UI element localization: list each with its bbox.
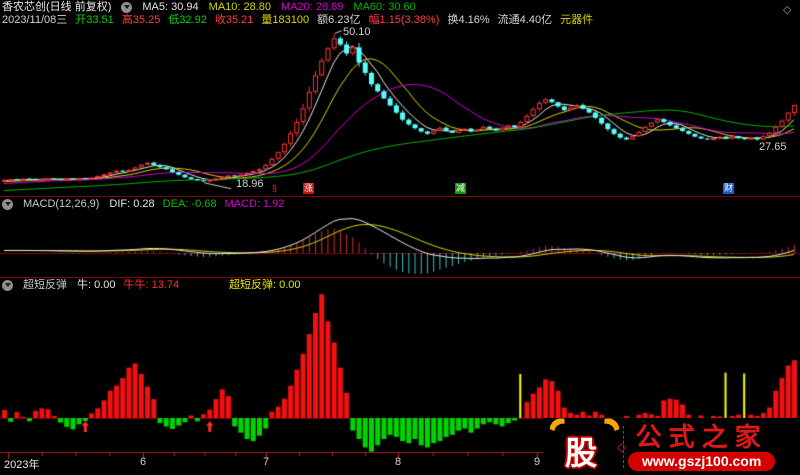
chart-title: 香农芯创(日线 前复权) (2, 1, 112, 13)
quote-info-item: 元器件 (560, 14, 594, 26)
watermark-site-name: 公式之家 (635, 421, 768, 452)
quote-info-item: 收35.21 (214, 14, 254, 26)
event-marker[interactable]: 涨 (303, 183, 314, 194)
quote-info-item: 低32.92 (168, 14, 207, 26)
macd-value-item: DIF: 0.28 (109, 198, 155, 210)
time-axis-label: 7 (263, 456, 270, 468)
quote-info-item: 幅1.15(3.38%) (368, 14, 440, 26)
ma-legend: MA5: 30.94 MA10: 28.80 MA20: 28.89 MA60: 30… (142, 1, 415, 13)
ma-legend-item: MA5: 30.94 (142, 1, 199, 13)
quote-info-item: 2023/11/08三 (2, 14, 68, 26)
header-line-2: 2023/11/08三 开33.51 高35.25 低32.92 收35.21 量1831… (2, 14, 593, 26)
quote-info-item: 流通4.40亿 (497, 14, 553, 26)
sub-indicator-value-item: 牛牛: 13.74 (123, 279, 180, 291)
high-price-label: 50.10 (343, 26, 371, 38)
watermark-logo-character: 股 (565, 434, 598, 471)
corner-diamond-icon: ◇ (783, 4, 792, 16)
time-axis-label: 8 (395, 456, 402, 468)
event-marker[interactable]: § (269, 183, 280, 194)
time-axis-label: 9 (534, 456, 541, 468)
ma-legend-item: MA60: 30.60 (353, 1, 416, 13)
ma-legend-item: MA10: 28.80 (208, 1, 272, 13)
quote-info-item: 高35.25 (121, 14, 161, 26)
macd-value-item: MACD: 1.92 (224, 198, 285, 210)
sub-indicator-right-value: 超短反弹: 0.00 (229, 279, 301, 291)
quote-info-item: 量183100 (261, 14, 310, 26)
sub-indicator-name: 超短反弹 (23, 279, 67, 291)
quote-info-item: 额6.23亿 (317, 14, 361, 26)
quote-info-item: 换4.16% (447, 14, 490, 26)
stock-chart-window: 香农芯创(日线 前复权) MA5: 30.94 MA10: 28.80 MA20: … (0, 0, 800, 475)
header-line-1: 香农芯创(日线 前复权) MA5: 30.94 MA10: 28.80 MA20: … (2, 1, 416, 13)
watermark-divider: ◇ (617, 425, 626, 468)
watermark: 股 ◇ 公式之家 www.gszj100.com (543, 412, 800, 475)
macd-panel-toggle-icon[interactable] (2, 198, 13, 210)
event-marker[interactable]: 财 (723, 183, 734, 194)
sub-panel-toggle-icon[interactable] (2, 279, 13, 291)
panel-divider-2 (0, 277, 800, 278)
watermark-site-url: www.gszj100.com (628, 451, 776, 471)
time-axis-label: 6 (140, 456, 147, 468)
main-panel-toggle-icon[interactable] (121, 1, 133, 13)
macd-values: DIF: 0.28 DEA: -0.68 MACD: 1.92 (109, 198, 284, 210)
sub-indicator-values: 牛: 0.00 牛牛: 13.74 (77, 279, 179, 291)
macd-value-item: DEA: -0.68 (162, 198, 217, 210)
macd-header: MACD(12,26,9) DIF: 0.28 DEA: -0.68 MACD: 1… (2, 198, 284, 210)
macd-indicator-name: MACD(12,26,9) (23, 198, 100, 210)
sub-indicator-value-item: 牛: 0.00 (77, 279, 116, 291)
bull-logo-icon: 股 (544, 412, 625, 474)
candlestick-chart[interactable] (0, 28, 800, 196)
recent-low-price-label: 27.65 (759, 141, 787, 153)
sub-indicator-header: 超短反弹 牛: 0.00 牛牛: 13.74 超短反弹: 0.00 (2, 279, 798, 291)
ma-legend-item: MA20: 28.89 (281, 1, 344, 13)
time-axis-label: 2023年 (4, 459, 40, 471)
low-price-label: 18.96 (236, 178, 264, 190)
quote-info-item: 开33.51 (75, 14, 114, 26)
panel-divider (0, 196, 800, 197)
event-marker[interactable]: 减 (455, 183, 466, 194)
diamond-icon: ◇ (617, 439, 627, 454)
macd-chart[interactable] (0, 212, 800, 276)
